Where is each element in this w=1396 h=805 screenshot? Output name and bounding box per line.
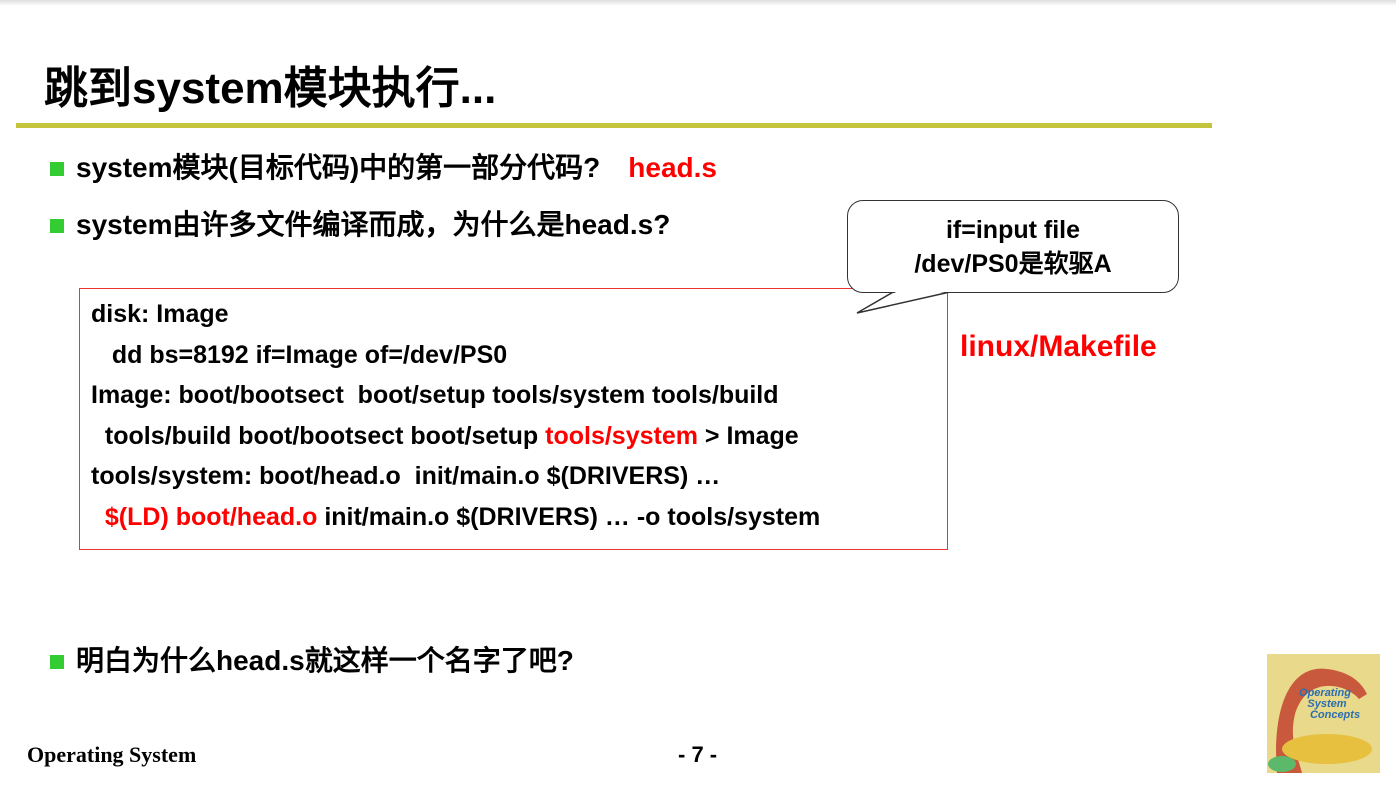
callout-bubble: if=input file /dev/PS0是软驱A [847,200,1179,293]
makefile-label: linux/Makefile [960,330,1157,363]
callout-line: if=input file [945,216,1081,244]
bullet-3: 明白为什么head.s就这样一个名字了吧? [50,639,574,679]
bullet-text: 明白为什么head.s就这样一个名字了吧? [76,645,574,676]
book-cover-image: Operating System Concepts [1267,654,1380,773]
callout-line: /dev/PS0是软驱A [914,250,1112,278]
footer-course: Operating System [27,742,197,767]
callout-tail [856,290,951,314]
svg-text:Concepts: Concepts [1310,709,1360,721]
page-number: - 7 - [678,742,718,767]
bullet-square-icon [50,655,64,669]
